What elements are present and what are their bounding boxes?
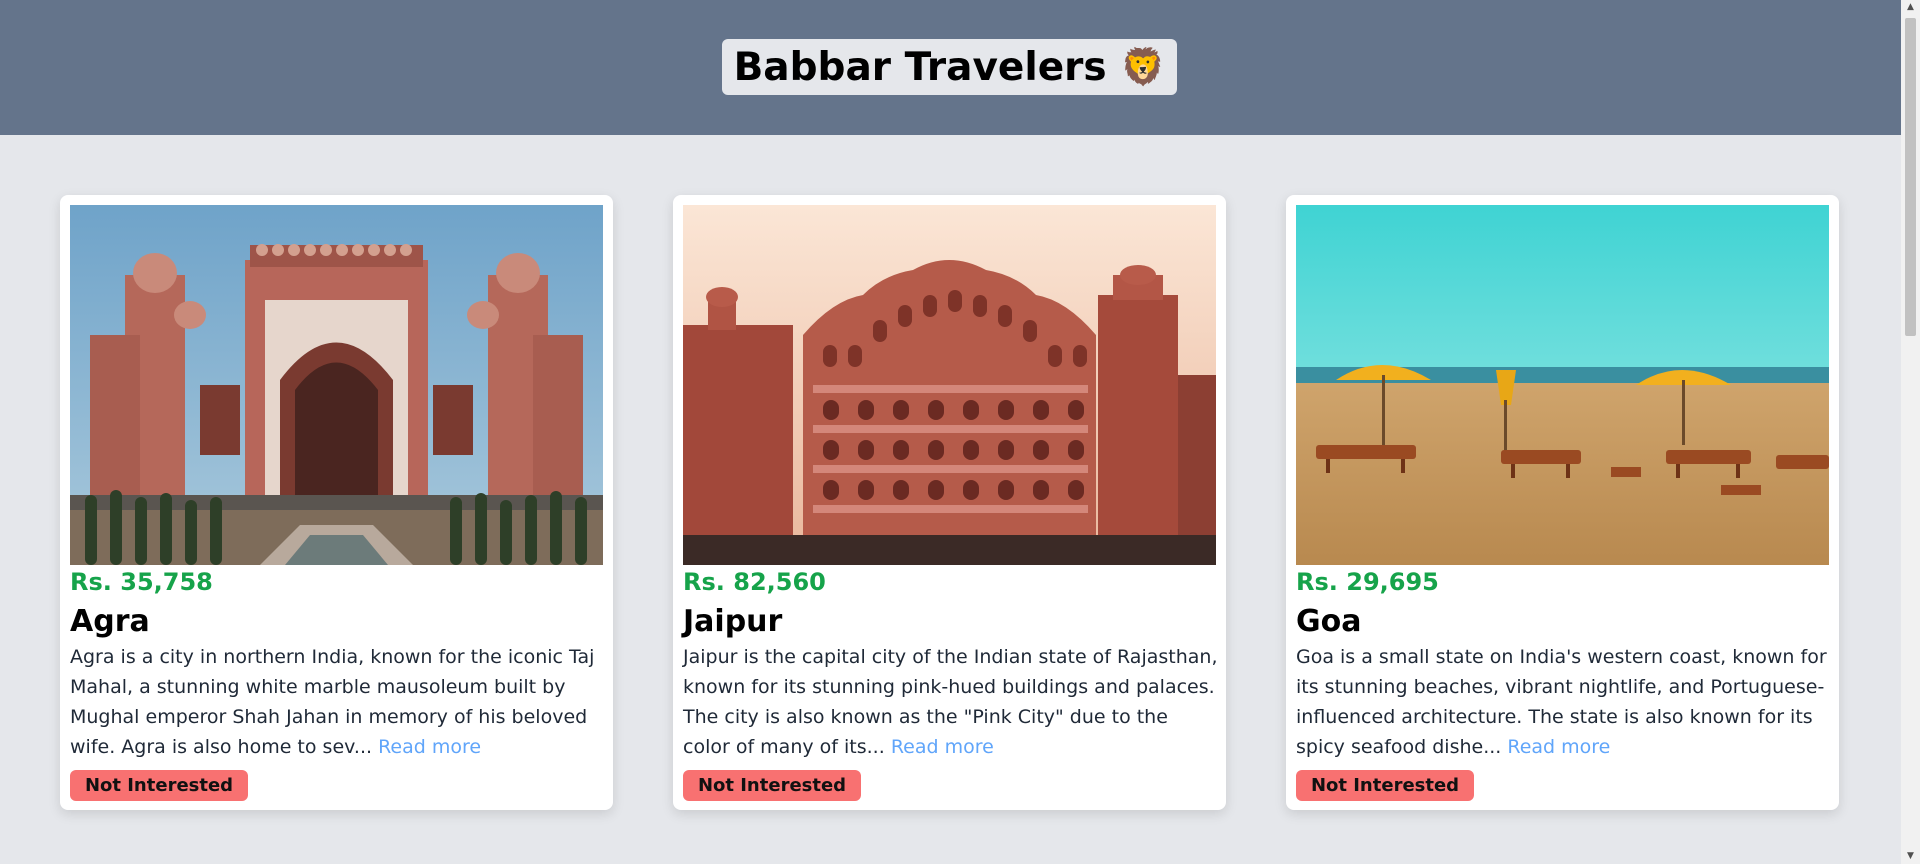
not-interested-button[interactable]: Not Interested — [70, 770, 248, 801]
tour-name: Jaipur — [683, 604, 783, 639]
tour-description: Agra is a city in northern India, known … — [70, 642, 606, 762]
read-more-link[interactable]: Read more — [1507, 736, 1610, 758]
scroll-down-icon[interactable]: ▼ — [1901, 849, 1920, 864]
site-title: Babbar Travelers 🦁 — [722, 39, 1177, 95]
tour-description: Goa is a small state on India's western … — [1296, 642, 1832, 762]
tour-price: Rs. 35,758 — [70, 568, 213, 596]
header-bar: Babbar Travelers 🦁 — [0, 0, 1901, 135]
tour-card-jaipur: Rs. 82,560 Jaipur Jaipur is the capital … — [673, 195, 1226, 810]
not-interested-button[interactable]: Not Interested — [683, 770, 861, 801]
site-title-text: Babbar Travelers — [733, 44, 1107, 90]
tour-name: Goa — [1296, 604, 1362, 639]
not-interested-button[interactable]: Not Interested — [1296, 770, 1474, 801]
vertical-scrollbar[interactable]: ▲ ▼ — [1901, 0, 1920, 864]
tour-image-goa — [1296, 205, 1829, 565]
tour-description: Jaipur is the capital city of the Indian… — [683, 642, 1219, 762]
tour-image-jaipur — [683, 205, 1216, 565]
tour-price: Rs. 29,695 — [1296, 568, 1439, 596]
tour-image-agra — [70, 205, 603, 565]
tour-card-agra: Rs. 35,758 Agra Agra is a city in northe… — [60, 195, 613, 810]
scrollbar-thumb[interactable] — [1905, 18, 1916, 336]
lion-icon: 🦁 — [1120, 47, 1166, 88]
tour-name: Agra — [70, 604, 150, 639]
tour-price: Rs. 82,560 — [683, 568, 826, 596]
scroll-up-icon[interactable]: ▲ — [1901, 0, 1920, 15]
read-more-link[interactable]: Read more — [378, 736, 481, 758]
tour-description-text: Agra is a city in northern India, known … — [70, 646, 595, 758]
tour-card-goa: Rs. 29,695 Goa Goa is a small state on I… — [1286, 195, 1839, 810]
read-more-link[interactable]: Read more — [891, 736, 994, 758]
